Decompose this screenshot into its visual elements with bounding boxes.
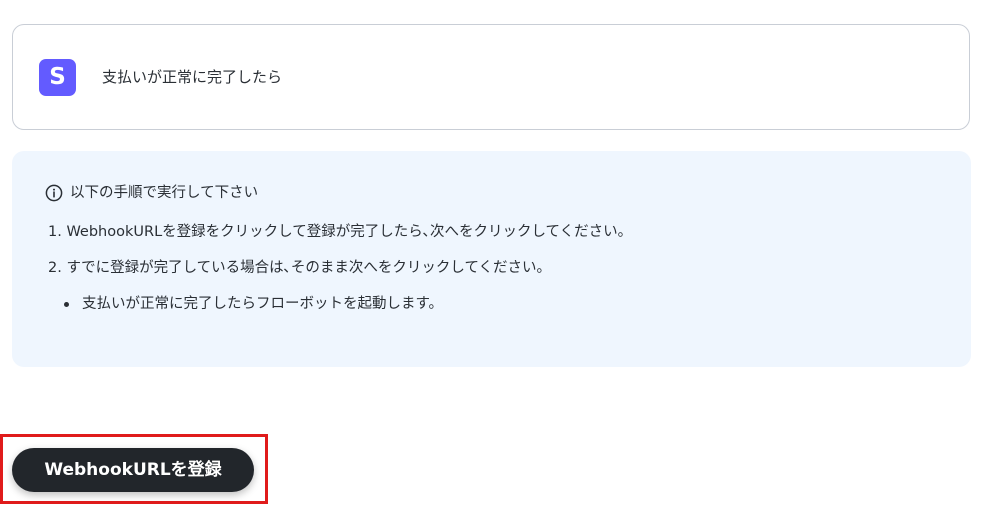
stripe-app-icon: S — [39, 59, 76, 96]
trigger-label: 支払いが正常に完了したら — [102, 68, 283, 86]
instructions-header: 以下の手順で実行して下さい — [45, 182, 258, 204]
instruction-step-2: 2. すでに登録が完了している場合は､そのまま次へをクリックしてください。 — [48, 260, 552, 276]
instruction-bullet: 支払いが正常に完了したらフローボットを起動します。 — [64, 293, 443, 315]
register-webhook-url-button[interactable]: WebhookURLを登録 — [12, 448, 254, 492]
bullet-dot-icon — [64, 301, 69, 307]
info-icon — [45, 184, 63, 202]
instruction-step-1: 1. WebhookURLを登録をクリックして登録が完了したら､次へをクリックし… — [48, 224, 633, 240]
trigger-card[interactable]: S 支払いが正常に完了したら — [12, 24, 970, 130]
instruction-bullet-text: 支払いが正常に完了したらフローボットを起動します。 — [82, 296, 444, 312]
instructions-box: 以下の手順で実行して下さい 1. WebhookURLを登録をクリックして登録が… — [12, 151, 971, 367]
instructions-title: 以下の手順で実行して下さい — [70, 185, 259, 201]
